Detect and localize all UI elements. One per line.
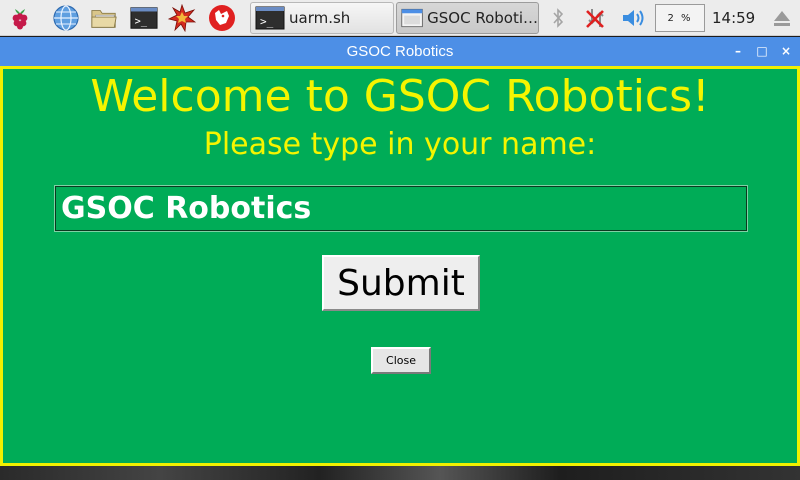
- submit-button[interactable]: Submit: [322, 255, 480, 311]
- cpu-usage-value: 2 %: [667, 12, 693, 24]
- window-icon: [401, 8, 423, 28]
- volume-icon[interactable]: [620, 4, 648, 32]
- svg-text:>_: >_: [135, 16, 148, 28]
- maximize-button[interactable]: □: [754, 43, 770, 59]
- taskbar: >_ >_ uarm.sh GSOC Roboti… 2 % 14:59: [0, 0, 800, 36]
- clock[interactable]: 14:59: [712, 9, 755, 27]
- window-title: GSOC Robotics: [346, 43, 454, 60]
- web-browser-icon[interactable]: [52, 4, 80, 32]
- task-label: GSOC Roboti…: [427, 9, 538, 27]
- close-button[interactable]: Close: [371, 347, 431, 374]
- raspberry-menu-icon[interactable]: [6, 4, 34, 32]
- file-manager-icon[interactable]: [90, 4, 118, 32]
- window-titlebar[interactable]: GSOC Robotics – □ ×: [0, 37, 800, 66]
- network-disconnected-icon[interactable]: [582, 4, 610, 32]
- bluetooth-icon[interactable]: [548, 4, 568, 32]
- terminal-icon[interactable]: >_: [130, 4, 158, 32]
- wolfram-language-icon[interactable]: [208, 4, 236, 32]
- terminal-icon: >_: [255, 6, 285, 30]
- task-label: uarm.sh: [289, 9, 351, 27]
- task-button-uarm[interactable]: >_ uarm.sh: [250, 2, 394, 34]
- welcome-heading: Welcome to GSOC Robotics!: [90, 71, 710, 122]
- name-prompt: Please type in your name:: [203, 127, 597, 162]
- minimize-button[interactable]: –: [730, 43, 746, 59]
- name-input[interactable]: [54, 185, 748, 232]
- wolfram-mathematica-icon[interactable]: [168, 4, 196, 32]
- desktop-background: [0, 466, 800, 480]
- cpu-usage-monitor[interactable]: 2 %: [655, 4, 705, 32]
- svg-text:>_: >_: [260, 15, 274, 28]
- close-window-button[interactable]: ×: [778, 43, 794, 59]
- app-window-content: Welcome to GSOC Robotics! Please type in…: [0, 66, 800, 466]
- task-button-gsoc-robotics[interactable]: GSOC Roboti…: [396, 2, 539, 34]
- eject-icon[interactable]: [770, 4, 794, 32]
